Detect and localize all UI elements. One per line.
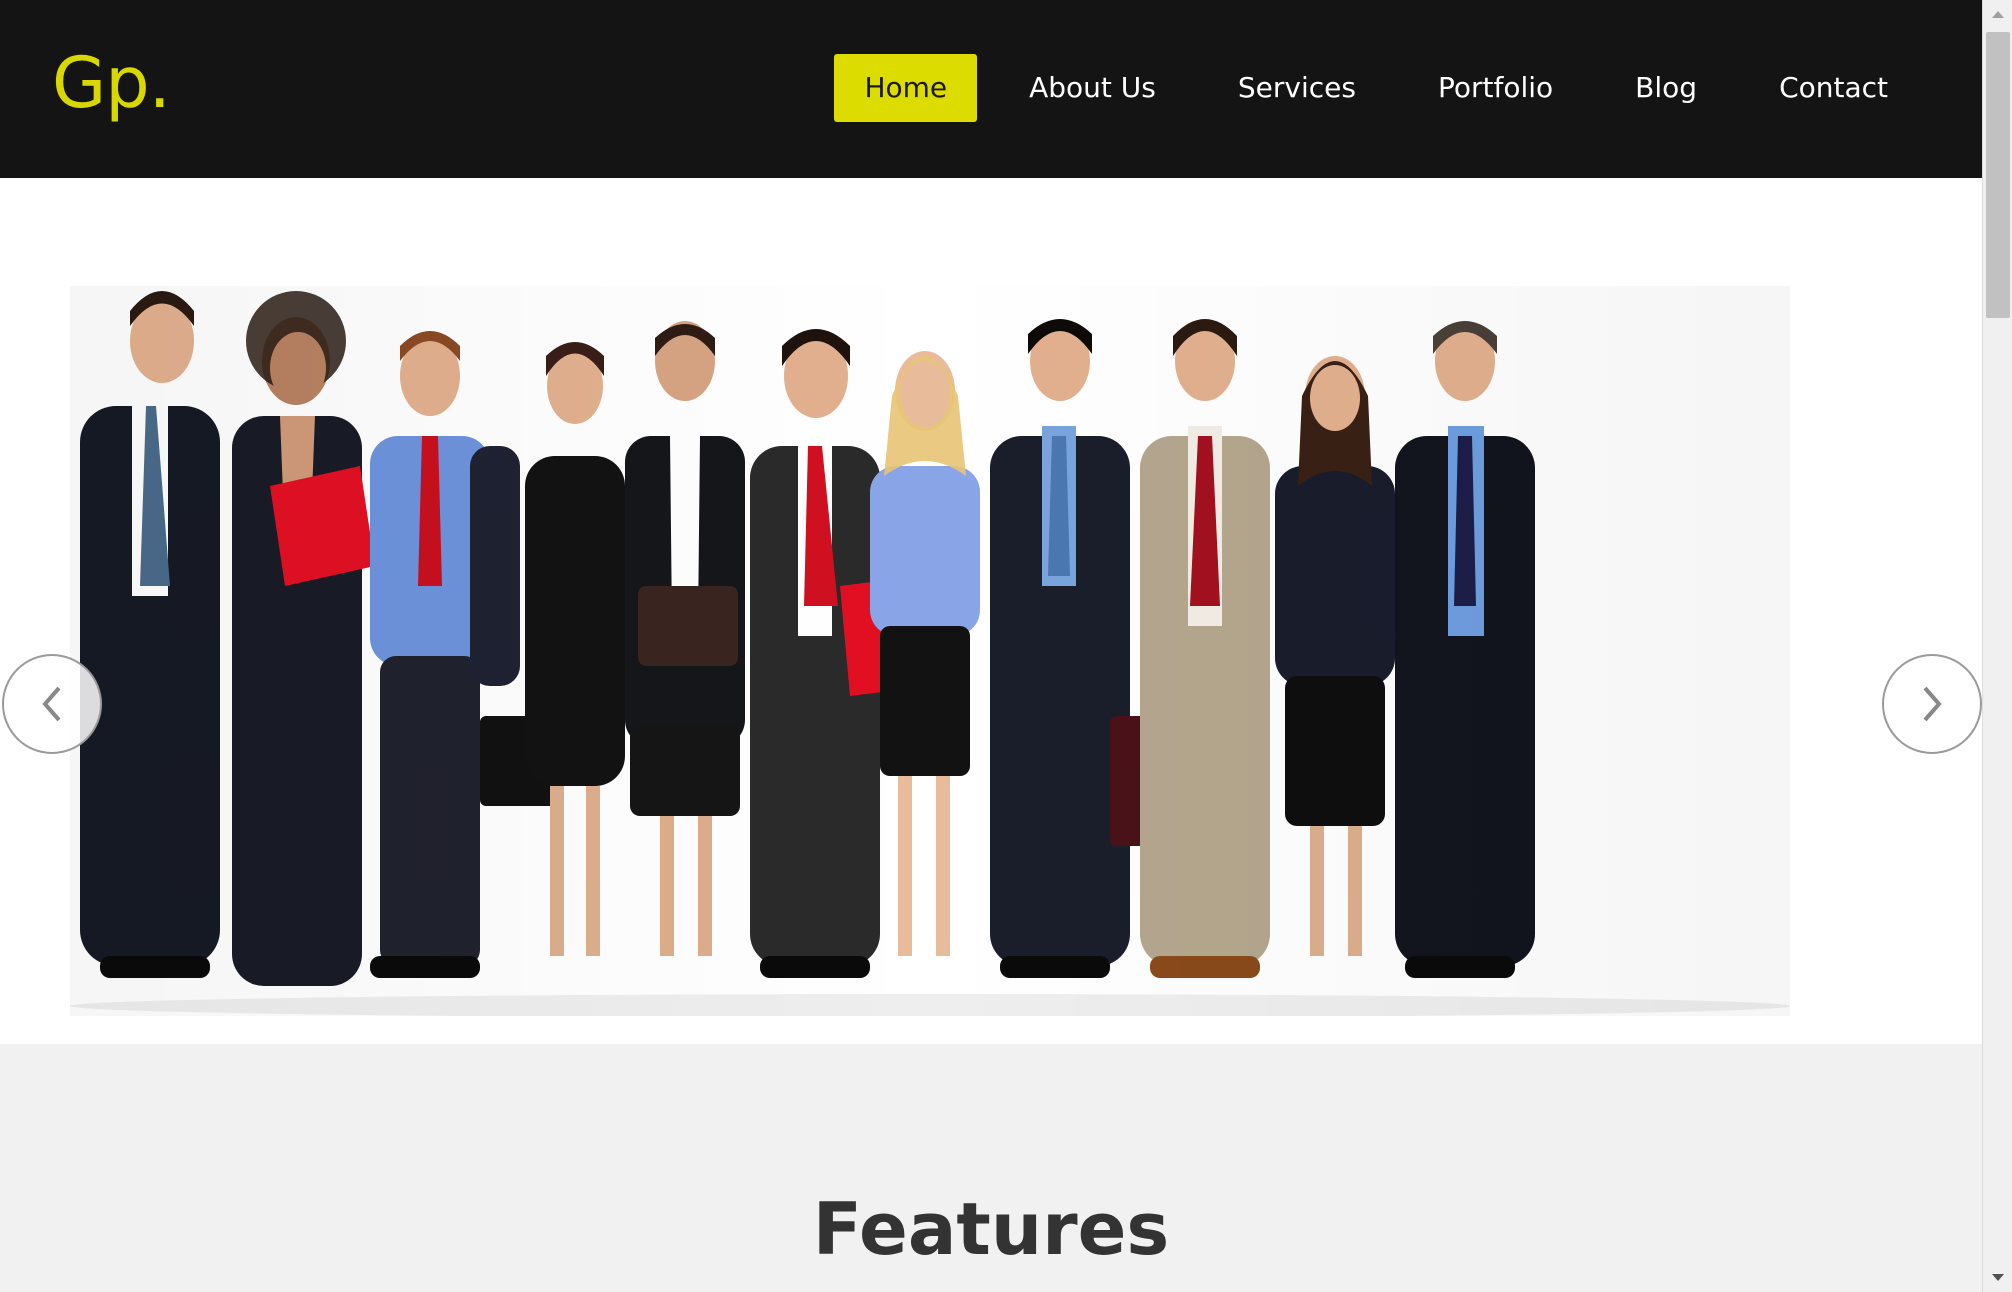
nav-item-portfolio[interactable]: Portfolio [1408,54,1583,122]
site-logo[interactable]: Gp. [52,38,171,128]
scroll-up-arrow-icon[interactable] [1983,0,2012,28]
scrollbar-thumb[interactable] [1986,32,2010,318]
top-navbar: Gp. Home About Us Services Portfolio Blo… [0,0,1982,178]
hero-image-business-people [70,286,1790,1016]
carousel-next-button[interactable] [1882,654,1982,754]
nav-item-about-us[interactable]: About Us [999,54,1186,122]
features-section: Features [0,1044,1982,1292]
nav-item-contact[interactable]: Contact [1749,54,1918,122]
page: Gp. Home About Us Services Portfolio Blo… [0,0,1982,1292]
nav-item-services[interactable]: Services [1208,54,1386,122]
nav-item-blog[interactable]: Blog [1605,54,1727,122]
scroll-down-arrow-icon[interactable] [1983,1264,2012,1292]
carousel-prev-button[interactable] [2,654,102,754]
features-heading: Features [812,1187,1170,1271]
hero-carousel [0,178,1982,1044]
nav-item-home[interactable]: Home [834,54,978,122]
vertical-scrollbar[interactable] [1982,0,2012,1292]
main-nav: Home About Us Services Portfolio Blog Co… [812,54,1918,122]
chevron-right-icon [1923,686,1942,722]
chevron-left-icon [42,686,61,722]
